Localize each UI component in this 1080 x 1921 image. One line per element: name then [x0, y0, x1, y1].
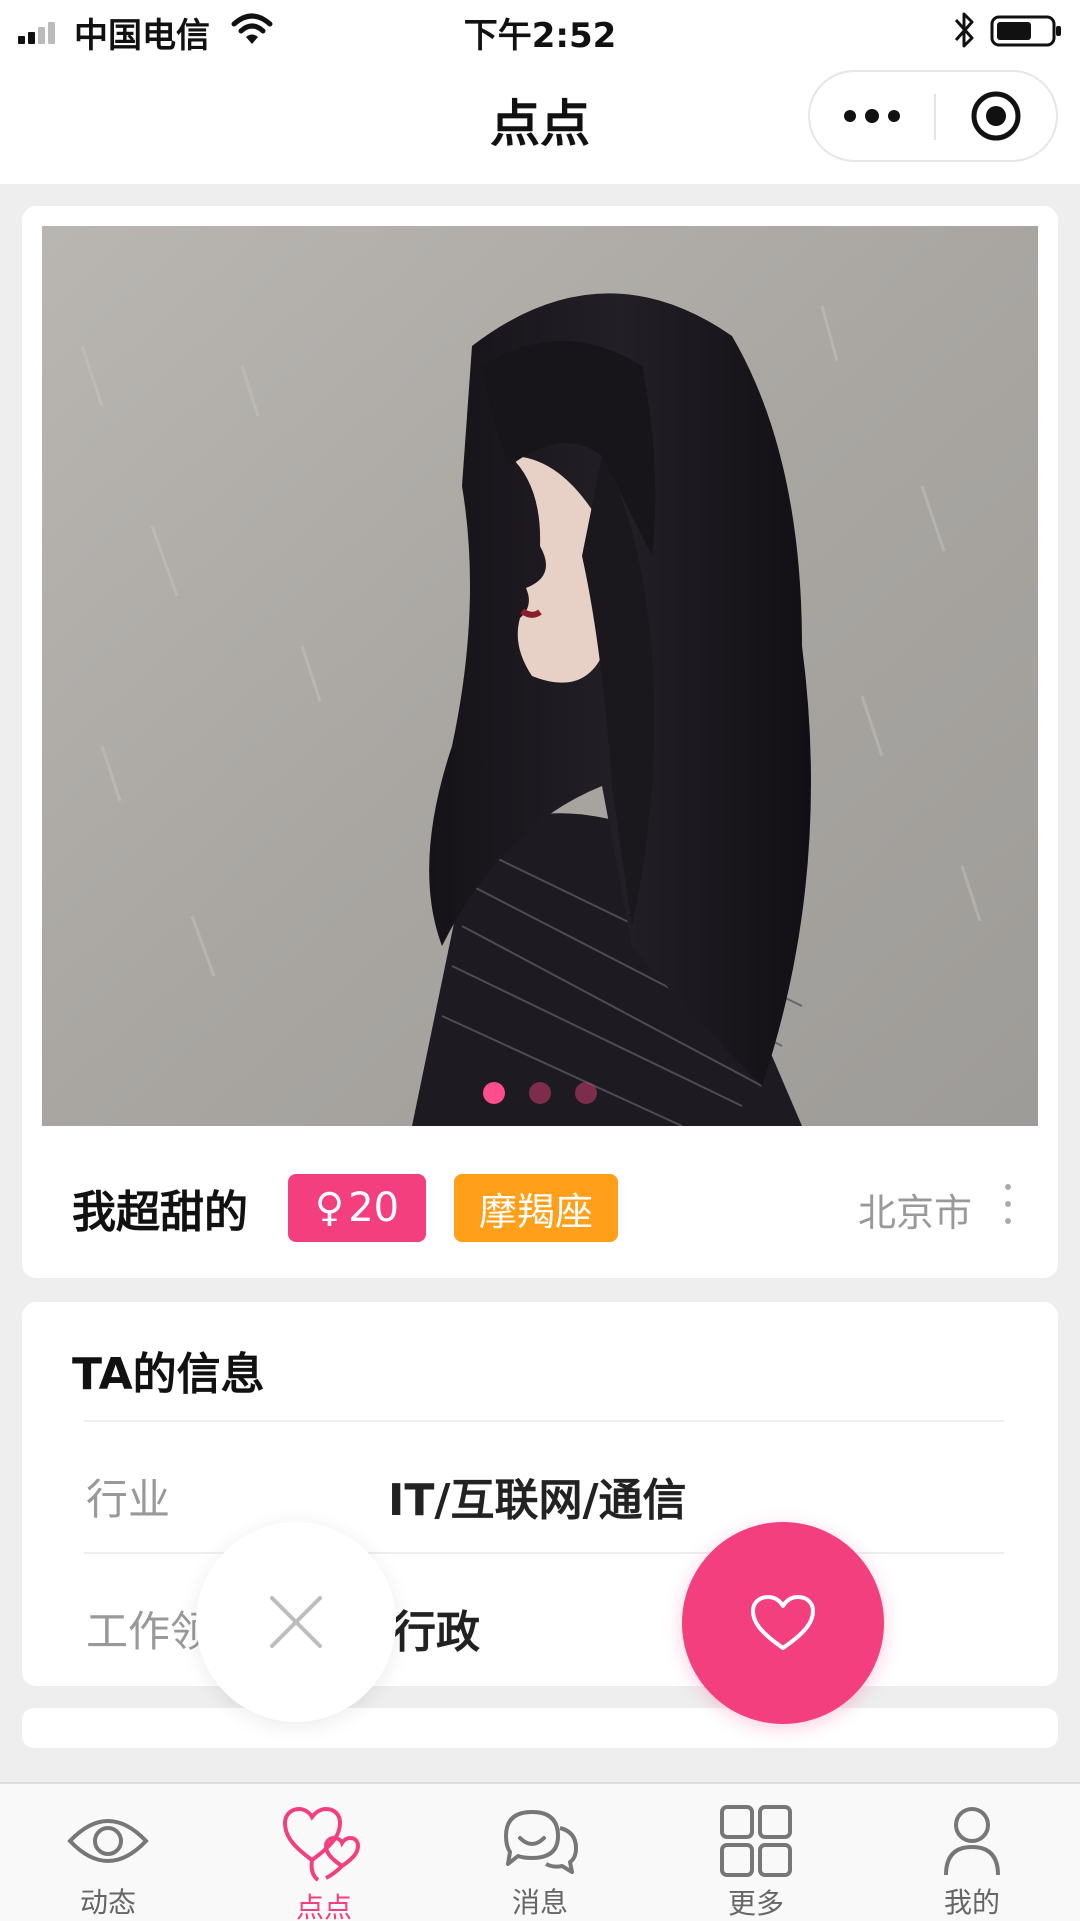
user-icon — [930, 1804, 1014, 1877]
heart-icon — [751, 1595, 815, 1650]
industry-label: 行业 — [86, 1475, 171, 1524]
nickname: 我超甜的 — [72, 1187, 248, 1238]
status-time: 下午2:52 — [463, 16, 617, 56]
like-button[interactable] — [682, 1522, 884, 1724]
eye-icon — [66, 1804, 150, 1877]
dislike-button[interactable] — [196, 1522, 396, 1722]
close-x-icon — [270, 1596, 322, 1648]
tab-diandian[interactable]: 点点 — [216, 1784, 432, 1921]
grid-icon — [714, 1804, 798, 1878]
tab-label: 点点 — [295, 1891, 352, 1921]
mini-program-capsule — [808, 70, 1058, 162]
close-target-icon — [971, 91, 1021, 141]
bluetooth-icon — [954, 12, 974, 48]
tab-feed[interactable]: 动态 — [0, 1784, 216, 1921]
more-dots-icon — [844, 109, 900, 123]
nav-bar: 点点 — [0, 60, 1080, 184]
tab-label: 动态 — [79, 1886, 136, 1919]
more-button[interactable] — [810, 72, 934, 160]
tab-mine[interactable]: 我的 — [864, 1784, 1080, 1921]
photo-dot[interactable] — [529, 1082, 551, 1104]
battery-icon — [990, 15, 1061, 47]
profile-summary: 我超甜的 ♀ 20 摩羯座 北京市 — [22, 1170, 1058, 1244]
photo-indicator — [42, 1082, 1038, 1104]
photo-dot[interactable] — [483, 1082, 505, 1104]
tab-label: 消息 — [511, 1886, 568, 1919]
work-field-value: 行政 — [392, 1607, 480, 1658]
tab-label: 更多 — [727, 1887, 784, 1920]
tab-bar: 动态 点点 消息 更多 我的 — [0, 1782, 1080, 1921]
female-icon: ♀ — [314, 1185, 345, 1231]
status-bar: 中国电信 下午2:52 — [0, 0, 1080, 60]
chat-icon — [498, 1804, 582, 1877]
industry-value: IT/互联网/通信 — [388, 1475, 687, 1526]
divider — [84, 1420, 1004, 1422]
profile-photo[interactable] — [42, 226, 1038, 1126]
age-value: 20 — [348, 1185, 400, 1231]
more-options-icon[interactable] — [1002, 1184, 1014, 1224]
zodiac-badge: 摩羯座 — [454, 1174, 618, 1242]
info-title: TA的信息 — [72, 1349, 265, 1400]
photo-dot[interactable] — [575, 1082, 597, 1104]
hearts-icon — [282, 1804, 366, 1882]
city-label: 北京市 — [858, 1191, 973, 1235]
next-card-stub — [22, 1708, 1058, 1748]
gender-age-badge: ♀ 20 — [288, 1174, 426, 1242]
profile-card[interactable]: 我超甜的 ♀ 20 摩羯座 北京市 — [22, 206, 1058, 1278]
tab-more[interactable]: 更多 — [648, 1784, 864, 1921]
tab-label: 我的 — [943, 1886, 1000, 1919]
info-card: TA的信息 行业 IT/互联网/通信 工作领域 行政 — [22, 1302, 1058, 1686]
tab-messages[interactable]: 消息 — [432, 1784, 648, 1921]
close-mini-program-button[interactable] — [936, 72, 1056, 160]
